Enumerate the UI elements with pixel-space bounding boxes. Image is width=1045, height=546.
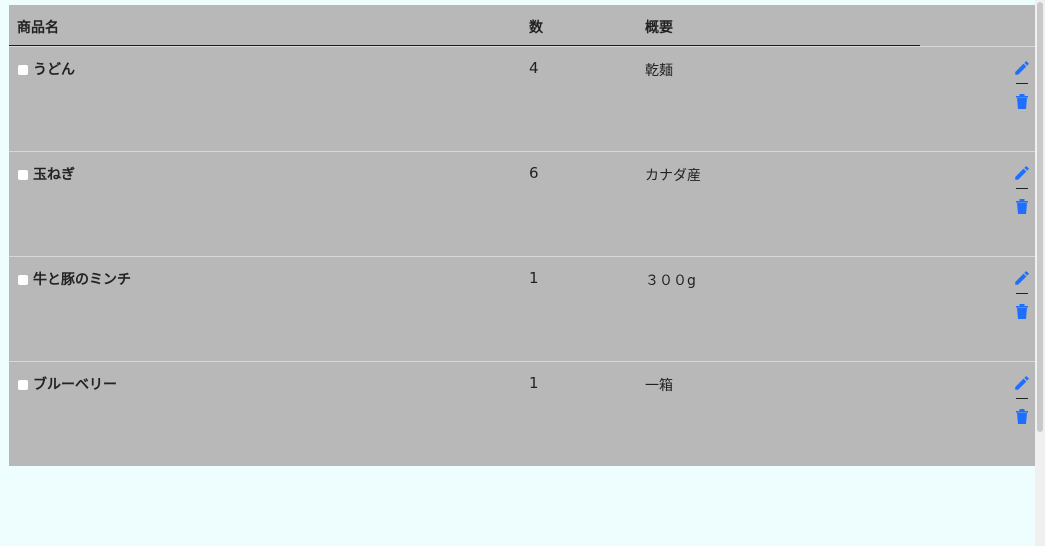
row-checkbox[interactable] — [18, 275, 28, 285]
item-desc: 一箱 — [645, 378, 673, 394]
row-checkbox[interactable] — [18, 380, 28, 390]
table-row: ブルーベリー 1 一箱 — [9, 361, 1035, 466]
item-desc: カナダ産 — [645, 168, 701, 184]
action-separator — [1016, 398, 1028, 399]
row-actions — [1011, 59, 1033, 110]
action-separator — [1016, 293, 1028, 294]
item-table: 商品名 数 概要 うどん 4 乾麺 玉ねぎ 6 カナダ産 牛と豚のミンチ 1 ３… — [9, 5, 1035, 466]
table-row: 牛と豚のミンチ 1 ３００g — [9, 256, 1035, 361]
item-desc: ３００g — [645, 273, 696, 289]
table-row: うどん 4 乾麺 — [9, 46, 1035, 151]
pencil-icon[interactable] — [1013, 269, 1031, 287]
row-checkbox[interactable] — [18, 170, 28, 180]
item-desc: 乾麺 — [645, 63, 673, 79]
trash-icon[interactable] — [1015, 303, 1029, 320]
item-name: ブルーベリー — [33, 377, 117, 393]
action-separator — [1016, 83, 1028, 84]
row-actions — [1011, 374, 1033, 425]
item-qty: 1 — [529, 374, 539, 392]
row-actions — [1011, 164, 1033, 215]
row-actions — [1011, 269, 1033, 320]
item-qty: 4 — [529, 59, 539, 77]
item-name: 牛と豚のミンチ — [33, 272, 131, 288]
row-checkbox[interactable] — [18, 65, 28, 75]
scrollbar-thumb[interactable] — [1037, 2, 1043, 432]
pencil-icon[interactable] — [1013, 164, 1031, 182]
column-header-name: 商品名 — [17, 20, 59, 36]
vertical-scrollbar[interactable] — [1035, 0, 1045, 546]
action-separator — [1016, 188, 1028, 189]
item-name: うどん — [33, 62, 75, 78]
item-name: 玉ねぎ — [33, 167, 75, 183]
item-qty: 6 — [529, 164, 539, 182]
column-header-desc: 概要 — [645, 20, 673, 36]
table-row: 玉ねぎ 6 カナダ産 — [9, 151, 1035, 256]
column-header-qty: 数 — [529, 20, 543, 36]
item-qty: 1 — [529, 269, 539, 287]
trash-icon[interactable] — [1015, 93, 1029, 110]
pencil-icon[interactable] — [1013, 59, 1031, 77]
pencil-icon[interactable] — [1013, 374, 1031, 392]
trash-icon[interactable] — [1015, 198, 1029, 215]
table-header: 商品名 数 概要 — [9, 5, 1035, 47]
trash-icon[interactable] — [1015, 408, 1029, 425]
